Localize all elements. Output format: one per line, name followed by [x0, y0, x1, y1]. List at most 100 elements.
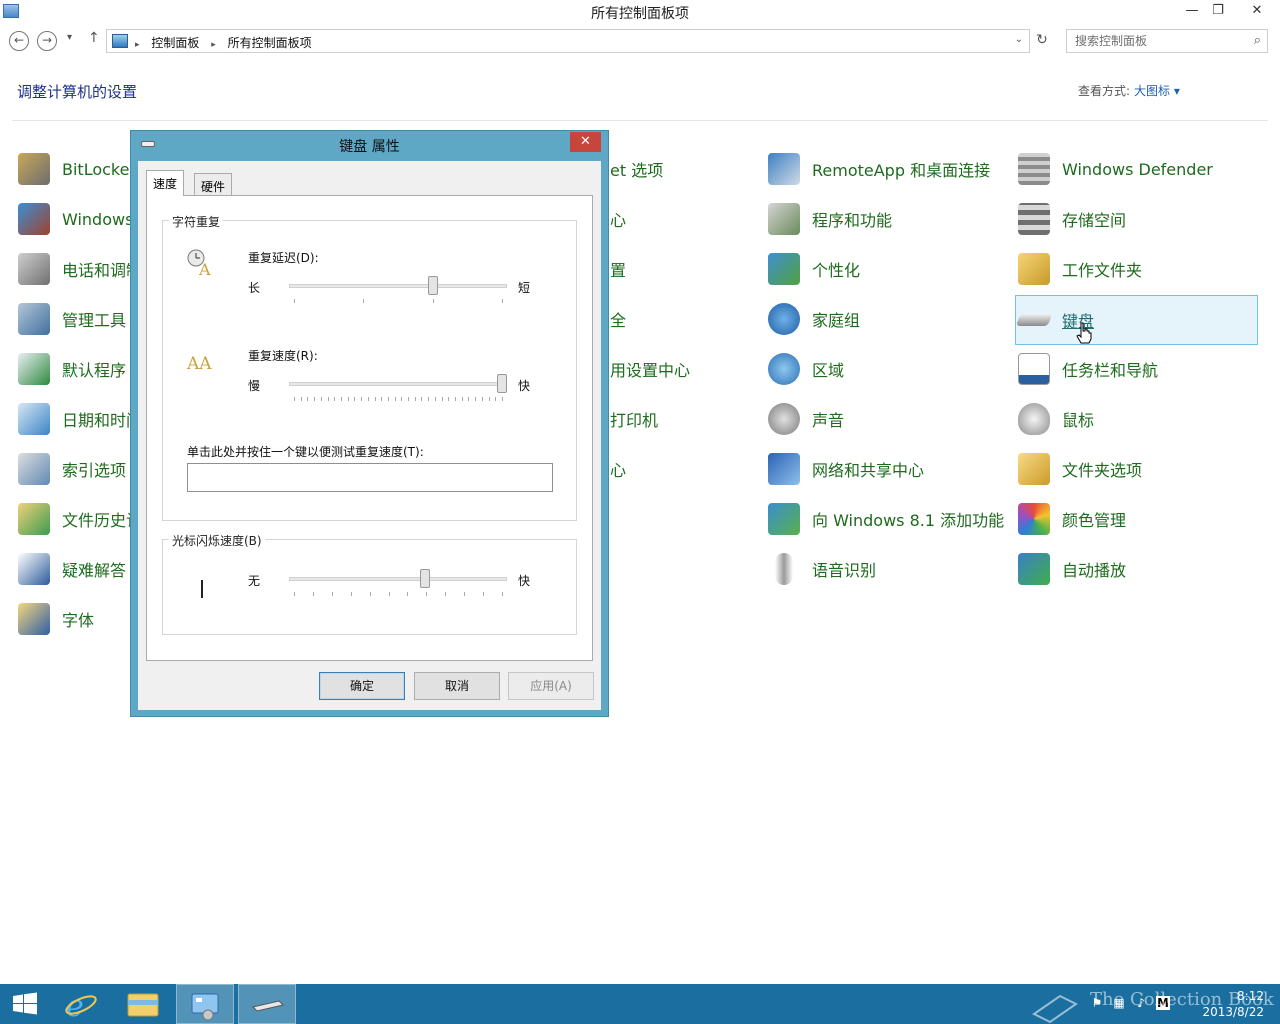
slider-tick [455, 397, 457, 401]
speed-tab-panel: 字符重复 A 重复延迟(D): 长 短 AA 重复速度(R): 慢 快 单击此处… [146, 195, 593, 661]
blink-left-label: 无 [248, 574, 261, 588]
breadcrumb-all-items[interactable]: 所有控制面板项 [228, 36, 312, 50]
view-by-dropdown[interactable]: 大图标 ▾ [1134, 84, 1180, 98]
search-box[interactable]: ⌕ [1066, 29, 1268, 53]
cp-item-network-sharing[interactable]: 网络和共享中心 [766, 445, 1010, 493]
slider-tick [294, 299, 295, 303]
keyboard-properties-dialog: 键盘 属性 ✕ 速度 硬件 字符重复 A 重复延迟(D): 长 短 AA 重复速… [130, 130, 609, 717]
folder-options-icon [1018, 453, 1050, 485]
address-box[interactable]: ▸ 控制面板 ▸ 所有控制面板项 ⌄ [106, 29, 1030, 53]
dialog-title: 键盘 属性 [339, 139, 400, 155]
slider-tick [331, 592, 333, 596]
repeat-rate-icon: AA [186, 354, 212, 374]
recent-pages-chevron-icon[interactable]: ▾ [67, 32, 72, 43]
taskbar-internet-explorer[interactable]: e [52, 984, 110, 1024]
cp-item-add-features[interactable]: 向 Windows 8.1 添加功能 [766, 495, 1010, 543]
taskbar-file-explorer[interactable] [114, 984, 172, 1024]
cp-item-homegroup[interactable]: 家庭组 [766, 295, 1010, 343]
cp-item-personalization[interactable]: 个性化 [766, 245, 1010, 293]
slider-tick [468, 397, 470, 401]
cp-item-keyboard[interactable]: 键盘 [1015, 295, 1258, 345]
watermark-book-icon [1032, 994, 1078, 1024]
slider-tick [367, 397, 369, 401]
blink-rate-slider-thumb[interactable] [420, 569, 431, 588]
up-arrow-icon[interactable]: ↑ [88, 30, 100, 46]
cp-item-remoteapp[interactable]: RemoteApp 和桌面连接 [766, 145, 1010, 193]
slider-tick [320, 397, 322, 401]
slider-tick [502, 397, 503, 401]
breadcrumb-control-panel[interactable]: 控制面板 [151, 36, 199, 50]
repeat-rate-ticks [294, 397, 503, 401]
breadcrumb-separator-icon[interactable]: ▸ [135, 40, 140, 50]
cp-item-autoplay[interactable]: 自动播放 [1016, 545, 1258, 593]
svg-text:AA: AA [186, 354, 212, 374]
minimize-button[interactable]: — [1178, 0, 1206, 22]
taskbar-keyboard-properties[interactable] [238, 984, 296, 1024]
maximize-button[interactable]: ❐ [1204, 0, 1232, 22]
slider-tick [408, 397, 410, 401]
repeat-delay-ticks [294, 299, 503, 303]
slider-tick [401, 397, 403, 401]
fonts-folder-icon [18, 603, 50, 635]
breadcrumb-separator-icon[interactable]: ▸ [211, 40, 216, 50]
slider-tick [488, 397, 490, 401]
back-icon[interactable]: ← [9, 31, 29, 51]
repeat-delay-track[interactable] [289, 284, 507, 288]
cp-item-work-folders[interactable]: 工作文件夹 [1016, 245, 1258, 293]
taskbar-control-panel[interactable] [176, 984, 234, 1024]
firewall-globe-icon [18, 203, 50, 235]
repeat-rate-slider-thumb[interactable] [497, 374, 507, 393]
search-icon[interactable]: ⌕ [1254, 33, 1261, 48]
tab-hardware[interactable]: 硬件 [194, 173, 233, 195]
refresh-icon[interactable]: ↻ [1032, 29, 1052, 53]
start-button[interactable] [0, 984, 50, 1024]
address-toolbar: ← → ▾ ↑ ▸ 控制面板 ▸ 所有控制面板项 ⌄ ↻ ⌕ [0, 26, 1280, 56]
address-dropdown-icon[interactable]: ⌄ [1015, 34, 1023, 45]
cp-item-taskbar-navigation[interactable]: 任务栏和导航 [1016, 345, 1258, 393]
tab-speed[interactable]: 速度 [146, 170, 185, 196]
slider-tick [495, 397, 497, 401]
search-input[interactable] [1075, 34, 1245, 48]
repeat-rate-track[interactable] [289, 382, 507, 386]
window-title: 所有控制面板项 [591, 6, 689, 22]
keyboard-icon [1015, 314, 1053, 326]
slider-tick [361, 397, 363, 401]
repeat-delay-slider-thumb[interactable] [428, 276, 439, 295]
slider-tick [350, 592, 352, 596]
apply-button[interactable]: 应用(A) [508, 672, 594, 700]
dialog-body: 速度 硬件 字符重复 A 重复延迟(D): 长 短 AA 重复速度(R): 慢 … [138, 161, 601, 710]
cp-item-region[interactable]: 区域 [766, 345, 1010, 393]
network-icon [768, 453, 800, 485]
test-field-label: 单击此处并按住一个键以便测试重复速度(T): [187, 445, 424, 459]
slider-tick [388, 592, 390, 596]
slider-tick [294, 592, 295, 596]
cp-item-color-management[interactable]: 颜色管理 [1016, 495, 1258, 543]
blinking-cursor-preview [201, 580, 203, 598]
admin-tools-gear-icon [18, 303, 50, 335]
view-by-label: 查看方式: [1078, 84, 1131, 98]
defender-castle-icon [1018, 153, 1050, 185]
slider-tick [334, 397, 336, 401]
forward-icon[interactable]: → [37, 31, 57, 51]
calendar-clock-icon [18, 403, 50, 435]
slider-tick [407, 592, 409, 596]
cp-item-folder-options[interactable]: 文件夹选项 [1016, 445, 1258, 493]
blink-rate-track[interactable] [289, 577, 507, 581]
cp-item-speech-recognition[interactable]: 语音识别 [766, 545, 1010, 593]
cp-item-windows-defender[interactable]: Windows Defender [1016, 145, 1258, 193]
cp-item-sound[interactable]: 声音 [766, 395, 1010, 443]
ok-button[interactable]: 确定 [319, 672, 405, 700]
dialog-close-button[interactable]: ✕ [570, 132, 601, 152]
repeat-test-input[interactable] [187, 463, 553, 492]
cp-item-storage-spaces[interactable]: 存储空间 [1016, 195, 1258, 243]
slider-tick [483, 592, 485, 596]
phone-modem-icon [18, 253, 50, 285]
cp-item-programs-features[interactable]: 程序和功能 [766, 195, 1010, 243]
slider-tick [340, 397, 342, 401]
slider-tick [434, 397, 436, 401]
cp-item-mouse[interactable]: 鼠标 [1016, 395, 1258, 443]
slider-tick [363, 299, 365, 303]
cancel-button[interactable]: 取消 [414, 672, 500, 700]
cursor-blink-group: 光标闪烁速度(B) 无 快 [162, 532, 577, 635]
close-button[interactable]: ✕ [1240, 0, 1274, 22]
